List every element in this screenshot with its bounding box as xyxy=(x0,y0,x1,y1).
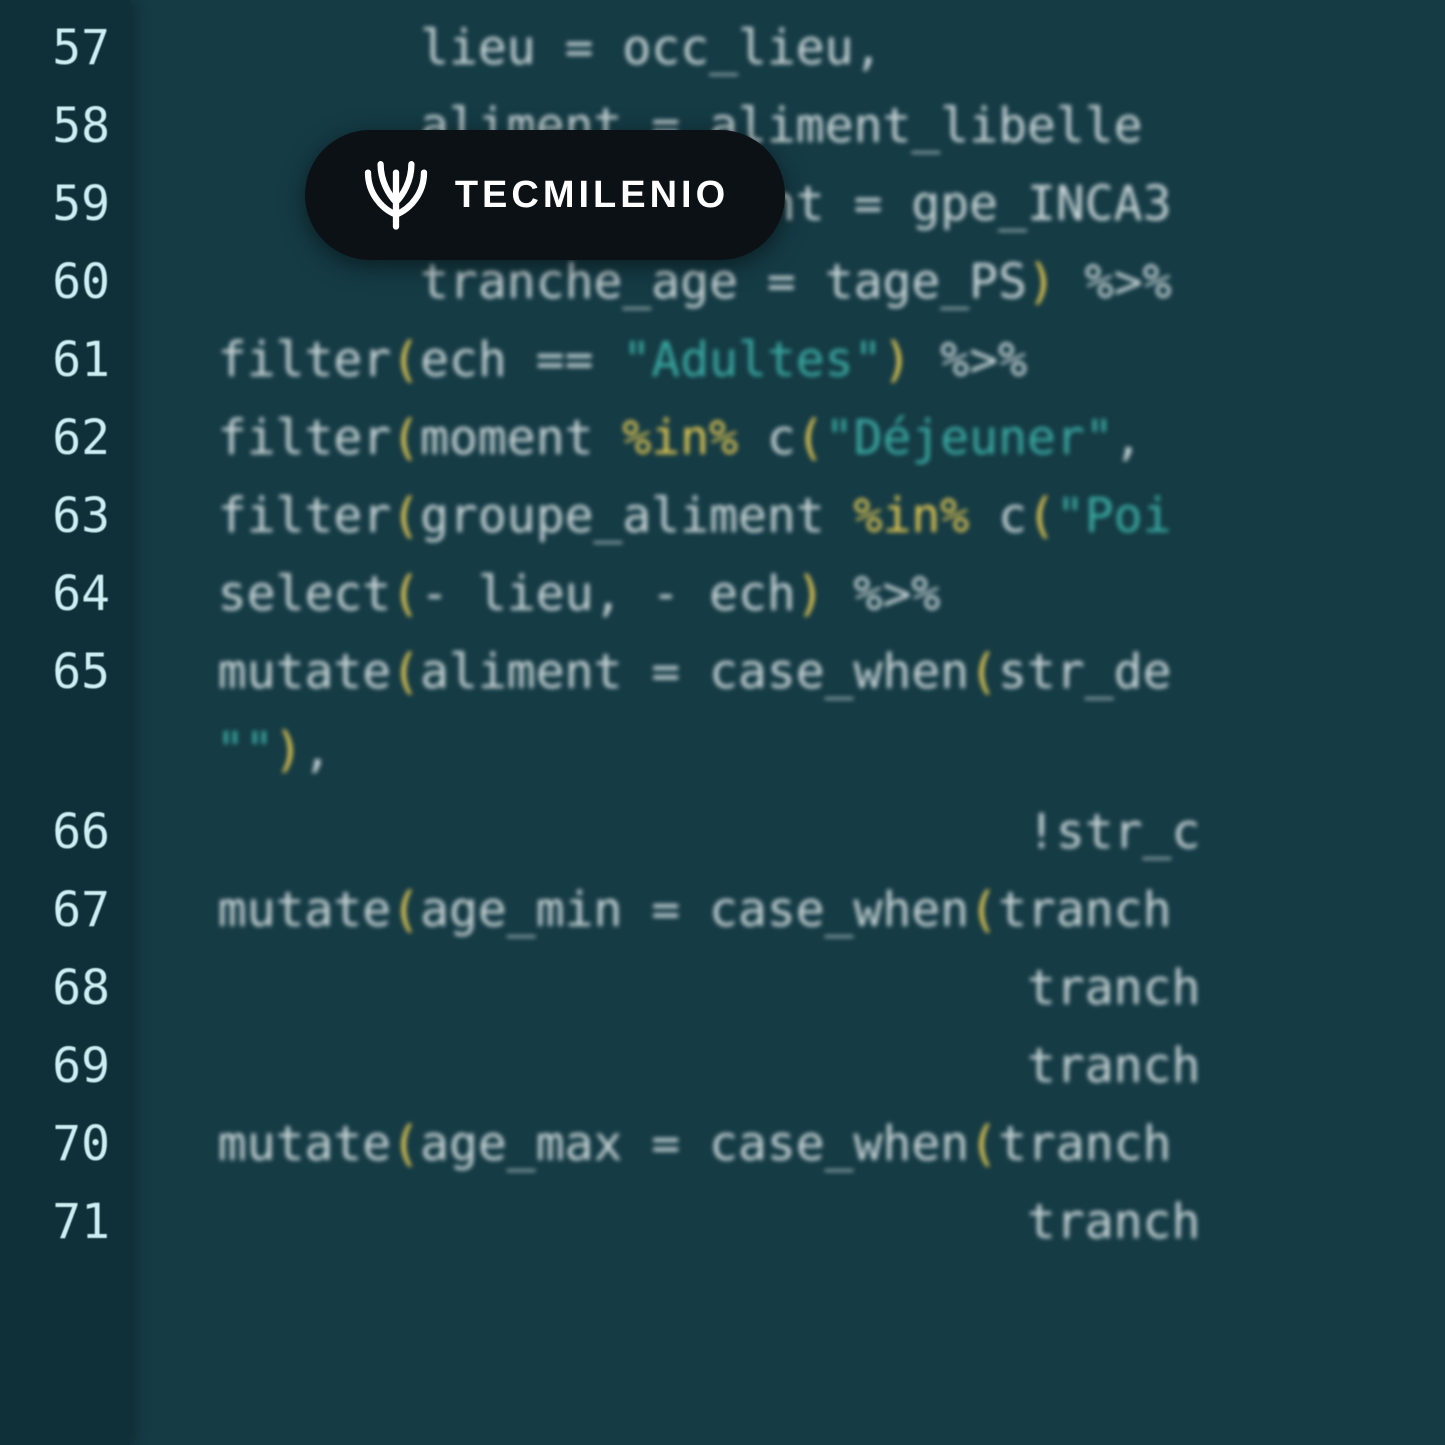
line-number-gutter: 57 58 59 60 61 62 63 64 65 66 67 68 69 7… xyxy=(0,0,130,1445)
line-number: 61 xyxy=(0,336,110,384)
code-line-63: filter(groupe_aliment %in% c("Poi xyxy=(160,492,1171,540)
code-editor: 57 58 59 60 61 62 63 64 65 66 67 68 69 7… xyxy=(0,0,1445,1445)
code-line-71: tranch xyxy=(160,1198,1200,1246)
tecmilenio-logo-icon xyxy=(361,160,431,230)
line-number: 59 xyxy=(0,180,110,228)
line-number: 68 xyxy=(0,964,110,1012)
code-line-65: mutate(aliment = case_when(str_de xyxy=(160,648,1171,696)
line-number: 65 xyxy=(0,648,110,696)
code-line-65b: ""), xyxy=(216,726,332,774)
code-line-67: mutate(age_min = case_when(tranch xyxy=(160,886,1171,934)
line-number: 64 xyxy=(0,570,110,618)
code-line-66: !str_c xyxy=(160,808,1200,856)
code-line-57: lieu = occ_lieu, xyxy=(160,24,882,72)
code-line-61: filter(ech == "Adultes") %>% xyxy=(160,336,1027,384)
code-line-62: filter(moment %in% c("Déjeuner", xyxy=(160,414,1143,462)
line-number: 62 xyxy=(0,414,110,462)
line-number: 70 xyxy=(0,1120,110,1168)
line-number: 67 xyxy=(0,886,110,934)
code-line-64: select(- lieu, - ech) %>% xyxy=(160,570,940,618)
tecmilenio-badge-text: TECMILENIO xyxy=(455,174,729,217)
code-line-60: tranche_age = tage_PS) %>% xyxy=(160,258,1171,306)
code-line-68: tranch xyxy=(160,964,1200,1012)
line-number: 58 xyxy=(0,102,110,150)
line-number: 71 xyxy=(0,1198,110,1246)
code-line-69: tranch xyxy=(160,1042,1200,1090)
line-number: 60 xyxy=(0,258,110,306)
line-number: 66 xyxy=(0,808,110,856)
line-number: 63 xyxy=(0,492,110,540)
line-number: 69 xyxy=(0,1042,110,1090)
code-line-70: mutate(age_max = case_when(tranch xyxy=(160,1120,1171,1168)
line-number: 57 xyxy=(0,24,110,72)
tecmilenio-badge: TECMILENIO xyxy=(305,130,785,260)
